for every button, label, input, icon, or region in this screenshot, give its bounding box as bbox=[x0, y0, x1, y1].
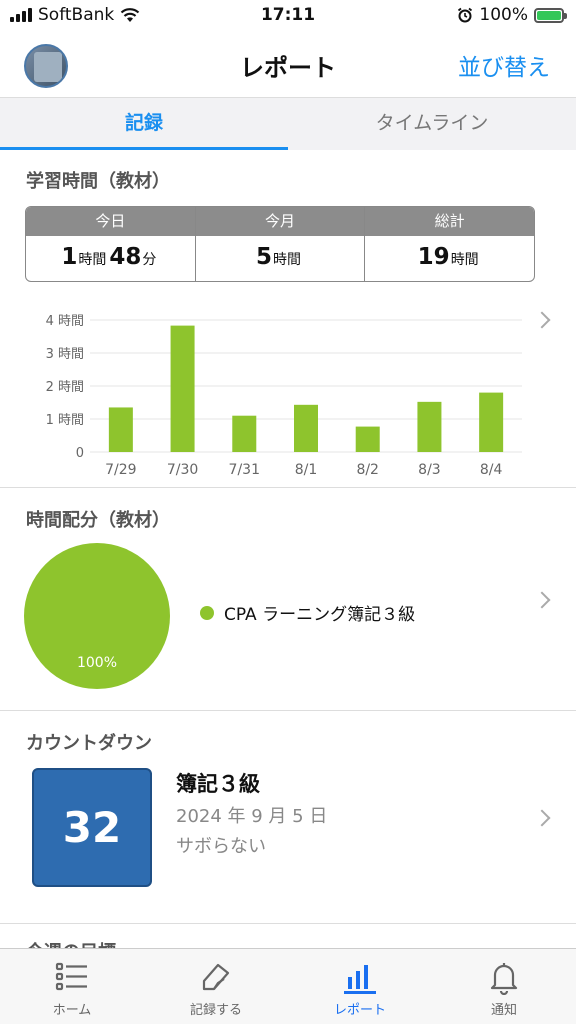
bar bbox=[108, 407, 133, 452]
countdown-exam-name: 簿記３級 bbox=[176, 772, 260, 796]
total-hours: 19 bbox=[417, 244, 450, 270]
countdown-days-box: 32 bbox=[32, 768, 152, 887]
countdown-date: 2024 年 9 月 5 日 bbox=[176, 806, 328, 827]
distribution-pie-chart: 100% bbox=[24, 543, 170, 689]
bar bbox=[232, 415, 257, 452]
bell-icon bbox=[490, 963, 518, 995]
bar bbox=[479, 392, 504, 452]
bar-chart-icon bbox=[344, 965, 376, 994]
study-time-bar-chart[interactable]: 0 1 時間 2 時間 3 時間 4 時間 7/29 7/30 7/31 8/1 8/2 8/3 8/… bbox=[20, 300, 532, 485]
countdown-title: カウントダウン bbox=[26, 733, 152, 754]
nav-label: レポート bbox=[333, 1003, 386, 1018]
nav-header: レポート 並び替え bbox=[0, 34, 576, 98]
summary-month: 今月 5 時間 bbox=[195, 207, 366, 281]
x-tick-label: 8/4 bbox=[480, 462, 503, 478]
status-bar: SoftBank 17:11 100% bbox=[0, 0, 576, 34]
summary-header: 今月 bbox=[195, 207, 365, 236]
legend-color-dot bbox=[200, 605, 214, 620]
bar bbox=[170, 325, 195, 452]
legend-item[interactable]: CPA ラーニング簿記３級 bbox=[200, 600, 415, 625]
pie-percent-label: 100% bbox=[76, 655, 118, 671]
study-time-summary: 今日 1 時間 48 分 今月 5 時間 総計 19 時間 bbox=[25, 206, 535, 282]
x-tick-label: 8/1 bbox=[295, 462, 318, 478]
summary-total: 総計 19 時間 bbox=[365, 207, 534, 281]
bar bbox=[355, 426, 380, 452]
study-time-title: 学習時間（教材） bbox=[26, 171, 170, 192]
y-tick-label: 3 時間 bbox=[46, 347, 84, 362]
today-minutes: 48 bbox=[109, 244, 142, 270]
today-hours: 1 bbox=[61, 244, 78, 270]
divider bbox=[0, 923, 576, 924]
summary-header: 今日 bbox=[26, 207, 195, 236]
nav-label: 通知 bbox=[490, 1003, 517, 1018]
distribution-title: 時間配分（教材） bbox=[26, 510, 170, 531]
minutes-unit: 分 bbox=[142, 252, 157, 268]
divider bbox=[0, 487, 576, 488]
battery-icon bbox=[534, 7, 567, 23]
chevron-right-icon[interactable] bbox=[533, 809, 551, 827]
legend-label: CPA ラーニング簿記３級 bbox=[224, 605, 416, 625]
x-tick-label: 8/2 bbox=[356, 462, 379, 478]
nav-notifications[interactable]: 通知 bbox=[432, 949, 576, 1024]
x-tick-label: 7/30 bbox=[167, 462, 198, 478]
chevron-right-icon[interactable] bbox=[533, 311, 551, 329]
divider bbox=[0, 710, 576, 711]
x-tick-label: 7/29 bbox=[105, 462, 136, 478]
nav-home[interactable]: ホーム bbox=[0, 949, 144, 1024]
list-icon bbox=[55, 962, 87, 991]
y-tick-label: 0 bbox=[76, 446, 84, 461]
x-tick-label: 8/3 bbox=[418, 462, 441, 478]
y-tick-label: 4 時間 bbox=[46, 314, 84, 329]
nav-label: ホーム bbox=[52, 1003, 92, 1018]
nav-record[interactable]: 記録する bbox=[144, 949, 288, 1024]
tab-bar: ホーム 記録する レポート 通知 bbox=[0, 948, 576, 1024]
hours-unit: 時間 bbox=[273, 252, 302, 268]
bar bbox=[417, 401, 442, 452]
sort-button[interactable]: 並び替え bbox=[458, 48, 550, 82]
countdown-note: サボらない bbox=[176, 836, 266, 857]
tab-records[interactable]: 記録 bbox=[0, 98, 288, 150]
y-tick-label: 2 時間 bbox=[46, 380, 84, 395]
nav-report[interactable]: レポート bbox=[288, 949, 432, 1024]
month-hours: 5 bbox=[256, 244, 273, 270]
summary-header: 総計 bbox=[365, 207, 534, 236]
nav-label: 記録する bbox=[189, 1003, 242, 1018]
bar bbox=[294, 404, 318, 452]
alarm-icon bbox=[458, 7, 473, 23]
y-tick-label: 1 時間 bbox=[46, 413, 84, 428]
segment-tabs: 記録 タイムライン bbox=[0, 98, 576, 150]
battery-percent: 100% bbox=[479, 5, 528, 25]
hours-unit: 時間 bbox=[78, 252, 107, 268]
x-tick-label: 7/31 bbox=[229, 462, 260, 478]
summary-today: 今日 1 時間 48 分 bbox=[26, 207, 196, 281]
hours-unit: 時間 bbox=[450, 252, 479, 268]
tab-timeline[interactable]: タイムライン bbox=[288, 98, 576, 150]
pencil-icon bbox=[202, 963, 230, 991]
chevron-right-icon[interactable] bbox=[533, 591, 551, 609]
